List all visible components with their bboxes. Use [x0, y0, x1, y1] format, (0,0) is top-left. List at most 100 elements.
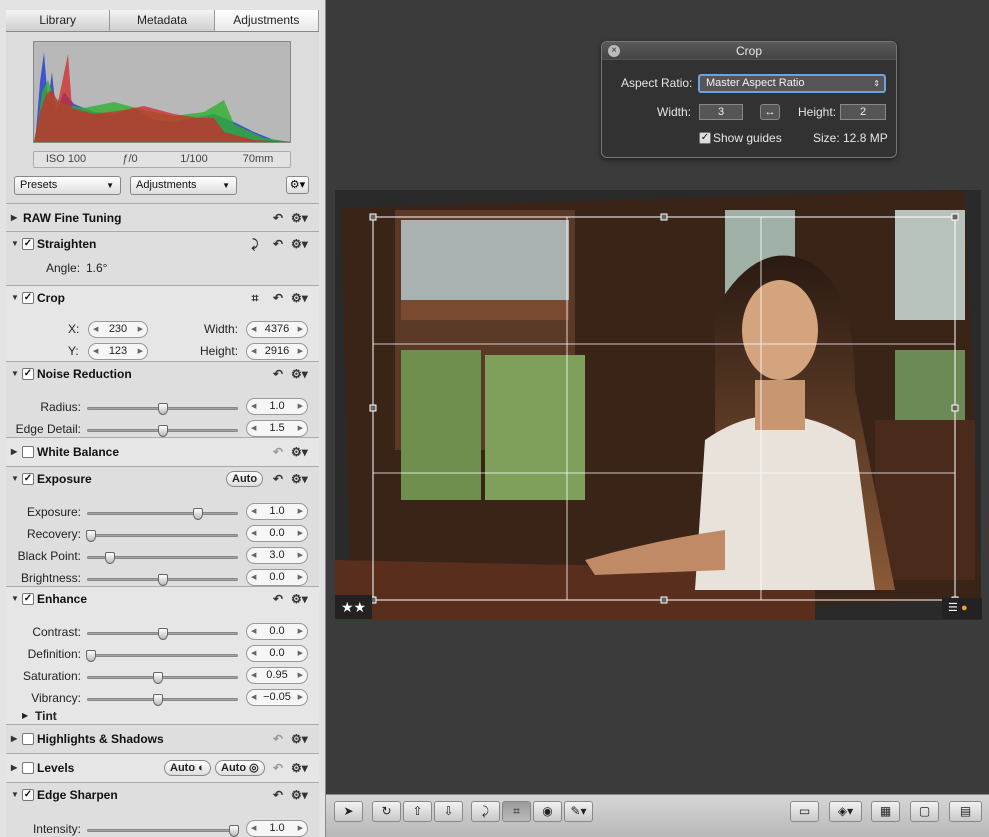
- gear-icon[interactable]: ⚙▾: [291, 362, 308, 386]
- levels-auto-rgb-button[interactable]: Auto ◎: [215, 760, 265, 776]
- aspect-ratio-popup[interactable]: Master Aspect Ratio ⇕: [698, 74, 886, 93]
- disclosure-down-icon[interactable]: ▼: [11, 467, 19, 491]
- slider-value-field[interactable]: ◀ 0.0 ▶: [246, 525, 308, 542]
- crop-x-stepper[interactable]: ◀ 230 ▶: [88, 321, 148, 338]
- radius-value-field[interactable]: ◀ 1.0 ▶: [246, 398, 308, 415]
- rotate-tool-button[interactable]: ↻: [372, 801, 401, 822]
- crop-width-stepper[interactable]: ◀ 4376 ▶: [246, 321, 308, 338]
- slider-value-field[interactable]: ◀ −0.05 ▶: [246, 689, 308, 706]
- red-eye-tool-button[interactable]: ◉: [533, 801, 562, 822]
- disclosure-right-icon[interactable]: ▶: [22, 711, 28, 720]
- edge-detail-slider[interactable]: [87, 425, 238, 437]
- hs-checkbox[interactable]: [22, 733, 34, 745]
- disclosure-right-icon[interactable]: ▶: [11, 440, 17, 464]
- hud-height-field[interactable]: 2: [840, 104, 886, 120]
- adjustment-slider[interactable]: [87, 574, 238, 586]
- adjustment-slider[interactable]: [87, 628, 238, 640]
- crop-overlay[interactable]: [335, 190, 981, 620]
- gear-icon[interactable]: ⚙▾: [291, 440, 308, 464]
- gear-icon[interactable]: ⚙▾: [291, 232, 308, 256]
- slider-knob[interactable]: [153, 694, 164, 706]
- reset-icon[interactable]: ↶: [271, 587, 285, 611]
- slider-knob[interactable]: [193, 508, 204, 520]
- slider-knob[interactable]: [157, 425, 168, 437]
- filmstrip-button[interactable]: ▦: [871, 801, 900, 822]
- sharpen-checkbox[interactable]: ✓: [22, 789, 34, 801]
- slider-knob[interactable]: [153, 672, 164, 684]
- reset-icon[interactable]: ↶: [271, 783, 285, 807]
- exposure-checkbox[interactable]: ✓: [22, 473, 34, 485]
- disclosure-down-icon[interactable]: ▼: [11, 362, 19, 386]
- slider-value-field[interactable]: ◀ 3.0 ▶: [246, 547, 308, 564]
- crop-height-stepper[interactable]: ◀ 2916 ▶: [246, 343, 308, 360]
- adjustment-slider[interactable]: [87, 825, 240, 837]
- photo-canvas[interactable]: [335, 190, 981, 620]
- slider-knob[interactable]: [157, 628, 168, 640]
- exposure-auto-button[interactable]: Auto: [226, 471, 264, 487]
- gear-icon[interactable]: ⚙▾: [291, 783, 308, 807]
- straighten-checkbox[interactable]: ✓: [22, 238, 34, 250]
- lift-tool-button[interactable]: ⇧: [403, 801, 432, 822]
- straighten-tool-button[interactable]: ⤸: [471, 801, 500, 822]
- gear-button[interactable]: ⚙▾: [286, 176, 309, 194]
- slider-knob[interactable]: [157, 574, 168, 586]
- slider-knob[interactable]: [105, 552, 116, 564]
- adjustment-slider[interactable]: [85, 650, 238, 662]
- reset-icon[interactable]: ↶: [271, 362, 285, 386]
- viewer-mode-button[interactable]: ▭: [790, 801, 819, 822]
- adjustment-slider[interactable]: [85, 530, 238, 542]
- disclosure-right-icon[interactable]: ▶: [11, 727, 17, 751]
- radius-slider[interactable]: [87, 403, 238, 415]
- show-guides-checkbox[interactable]: ✓: [699, 132, 711, 144]
- wb-checkbox[interactable]: [22, 446, 34, 458]
- straighten-tool-icon[interactable]: ⤸: [248, 232, 262, 256]
- slider-knob[interactable]: [229, 825, 240, 837]
- noise-checkbox[interactable]: ✓: [22, 368, 34, 380]
- slider-value-field[interactable]: ◀ 0.0 ▶: [246, 645, 308, 662]
- tab-library[interactable]: Library: [6, 10, 111, 31]
- disclosure-down-icon[interactable]: ▼: [11, 587, 19, 611]
- disclosure-right-icon[interactable]: ▶: [11, 756, 17, 780]
- adjustment-slider[interactable]: [87, 694, 238, 706]
- gear-icon[interactable]: ⚙▾: [291, 467, 308, 491]
- reset-icon[interactable]: ↶: [271, 756, 285, 780]
- gear-icon[interactable]: ⚙▾: [291, 286, 308, 310]
- selection-tool-button[interactable]: ➤: [334, 801, 363, 822]
- adjustments-popup[interactable]: Adjustments ▼: [130, 176, 237, 195]
- slider-knob[interactable]: [157, 403, 168, 415]
- reset-icon[interactable]: ↶: [271, 206, 285, 230]
- slider-knob[interactable]: [85, 650, 96, 662]
- disclosure-down-icon[interactable]: ▼: [11, 783, 19, 807]
- list-view-button[interactable]: ▤: [949, 801, 982, 822]
- reset-icon[interactable]: ↶: [271, 440, 285, 464]
- gear-icon[interactable]: ⚙▾: [291, 756, 308, 780]
- adjustment-slider[interactable]: [87, 552, 238, 564]
- reset-icon[interactable]: ↶: [271, 232, 285, 256]
- swap-icon[interactable]: ↔: [760, 104, 780, 120]
- reset-icon[interactable]: ↶: [271, 467, 285, 491]
- disclosure-down-icon[interactable]: ▼: [11, 232, 19, 256]
- hud-width-field[interactable]: 3: [699, 104, 743, 120]
- reset-icon[interactable]: ↶: [271, 727, 285, 751]
- brush-tool-button[interactable]: ✎▾: [564, 801, 593, 822]
- stamp-tool-button[interactable]: ⇩: [434, 801, 463, 822]
- edge-detail-value-field[interactable]: ◀ 1.5 ▶: [246, 420, 308, 437]
- slider-value-field[interactable]: ◀ 0.0 ▶: [246, 623, 308, 640]
- adjustment-slider[interactable]: [87, 672, 238, 684]
- disclosure-down-icon[interactable]: ▼: [11, 286, 19, 310]
- slider-knob[interactable]: [85, 530, 96, 542]
- gear-icon[interactable]: ⚙▾: [291, 206, 308, 230]
- show-hud-button[interactable]: ◈▾: [829, 801, 862, 822]
- rating-stars[interactable]: ★★: [335, 595, 372, 619]
- disclosure-right-icon[interactable]: ▶: [11, 206, 17, 230]
- crop-tool-button[interactable]: ⌗: [502, 801, 531, 822]
- slider-value-field[interactable]: ◀ 0.0 ▶: [246, 569, 308, 586]
- tab-adjustments[interactable]: Adjustments: [214, 10, 319, 31]
- gear-icon[interactable]: ⚙▾: [291, 587, 308, 611]
- crop-y-stepper[interactable]: ◀ 123 ▶: [88, 343, 148, 360]
- levels-checkbox[interactable]: [22, 762, 34, 774]
- single-view-button[interactable]: ▢: [910, 801, 939, 822]
- crop-checkbox[interactable]: ✓: [22, 292, 34, 304]
- adjustment-slider[interactable]: [87, 508, 238, 520]
- gear-icon[interactable]: ⚙▾: [291, 727, 308, 751]
